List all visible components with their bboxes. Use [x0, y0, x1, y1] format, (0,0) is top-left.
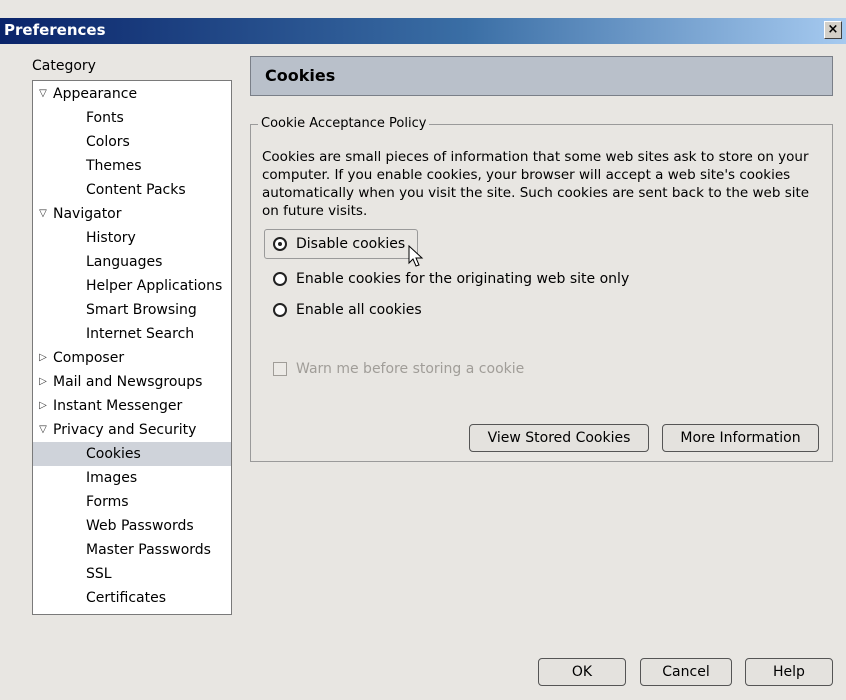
- tree-item-privacy-and-security[interactable]: ▽ Privacy and Security: [33, 418, 231, 442]
- tree-item-master-passwords[interactable]: Master Passwords: [33, 538, 231, 562]
- tree-item-navigator[interactable]: ▽ Navigator: [33, 202, 231, 226]
- view-stored-cookies-button[interactable]: View Stored Cookies: [469, 424, 649, 452]
- preferences-window: Preferences × Category ▽ Appearance Fonts C…: [0, 0, 846, 700]
- category-label: Category: [32, 58, 96, 74]
- tree-item-label: Composer: [53, 350, 125, 366]
- ok-button[interactable]: OK: [538, 658, 626, 686]
- tree-item-label: Instant Messenger: [53, 398, 183, 414]
- radio-unselected-icon: [273, 272, 287, 286]
- close-button[interactable]: ×: [824, 21, 842, 39]
- collapsed-twisty-icon[interactable]: ▷: [37, 346, 49, 370]
- group-title: Cookie Acceptance Policy: [258, 116, 430, 131]
- tree-item-fonts[interactable]: Fonts: [33, 106, 231, 130]
- tree-item-label: Images: [86, 470, 138, 486]
- panel-header: Cookies: [250, 56, 833, 96]
- tree-item-label: Internet Search: [86, 326, 195, 342]
- tree-item-appearance[interactable]: ▽ Appearance: [33, 82, 231, 106]
- tree-item-themes[interactable]: Themes: [33, 154, 231, 178]
- tree-item-certificates[interactable]: Certificates: [33, 586, 231, 610]
- panel-title: Cookies: [265, 66, 336, 85]
- tree-item-label: Smart Browsing: [86, 302, 197, 318]
- tree-item-label: Mail and Newsgroups: [53, 374, 203, 390]
- collapsed-twisty-icon[interactable]: ▷: [37, 394, 49, 418]
- radio-label: Disable cookies: [296, 236, 406, 252]
- checkbox-label: Warn me before storing a cookie: [296, 361, 525, 377]
- tree-item-label: Colors: [86, 134, 130, 150]
- radio-label: Enable all cookies: [296, 302, 422, 318]
- tree-item-label: Web Passwords: [86, 518, 194, 534]
- tree-item-label: Forms: [86, 494, 129, 510]
- more-information-button[interactable]: More Information: [662, 424, 819, 452]
- cookie-description: Cookies are small pieces of information …: [262, 149, 810, 219]
- cancel-button[interactable]: Cancel: [640, 658, 732, 686]
- tree-item-composer[interactable]: ▷ Composer: [33, 346, 231, 370]
- tree-item-smart-browsing[interactable]: Smart Browsing: [33, 298, 231, 322]
- tree-item-label: Cookies: [86, 446, 141, 462]
- tree-item-label: Certificates: [86, 590, 167, 606]
- tree-item-forms[interactable]: Forms: [33, 490, 231, 514]
- tree-item-mail-and-newsgroups[interactable]: ▷ Mail and Newsgroups: [33, 370, 231, 394]
- tree-item-ssl[interactable]: SSL: [33, 562, 231, 586]
- expanded-twisty-icon[interactable]: ▽: [37, 82, 49, 106]
- tree-item-label: Appearance: [53, 86, 138, 102]
- tree-item-label: Privacy and Security: [53, 422, 197, 438]
- tree-item-label: Languages: [86, 254, 163, 270]
- tree-item-languages[interactable]: Languages: [33, 250, 231, 274]
- radio-label: Enable cookies for the originating web s…: [296, 271, 630, 287]
- tree-item-label: Master Passwords: [86, 542, 211, 558]
- tree-item-content-packs[interactable]: Content Packs: [33, 178, 231, 202]
- title-bar[interactable]: Preferences ×: [0, 18, 846, 44]
- help-button[interactable]: Help: [745, 658, 833, 686]
- tree-item-label: Fonts: [86, 110, 124, 126]
- tree-item-colors[interactable]: Colors: [33, 130, 231, 154]
- tree-item-label: Themes: [86, 158, 142, 174]
- tree-item-label: Helper Applications: [86, 278, 223, 294]
- radio-selected-icon: [273, 237, 287, 251]
- tree-item-web-passwords[interactable]: Web Passwords: [33, 514, 231, 538]
- tree-item-label: SSL: [86, 566, 112, 582]
- window-title: Preferences: [4, 21, 106, 39]
- collapsed-twisty-icon[interactable]: ▷: [37, 370, 49, 394]
- tree-item-images[interactable]: Images: [33, 466, 231, 490]
- category-tree[interactable]: ▽ Appearance Fonts Colors Themes Content Pack…: [32, 80, 232, 615]
- tree-item-instant-messenger[interactable]: ▷ Instant Messenger: [33, 394, 231, 418]
- mouse-cursor-icon: [408, 245, 424, 267]
- tree-item-label: Navigator: [53, 206, 122, 222]
- radio-unselected-icon: [273, 303, 287, 317]
- tree-item-cookies[interactable]: Cookies: [33, 442, 231, 466]
- tree-item-label: History: [86, 230, 136, 246]
- expanded-twisty-icon[interactable]: ▽: [37, 202, 49, 226]
- tree-item-helper-applications[interactable]: Helper Applications: [33, 274, 231, 298]
- expanded-twisty-icon[interactable]: ▽: [37, 418, 49, 442]
- tree-item-internet-search[interactable]: Internet Search: [33, 322, 231, 346]
- tree-item-label: Content Packs: [86, 182, 186, 198]
- tree-item-history[interactable]: History: [33, 226, 231, 250]
- checkbox-icon: [273, 362, 287, 376]
